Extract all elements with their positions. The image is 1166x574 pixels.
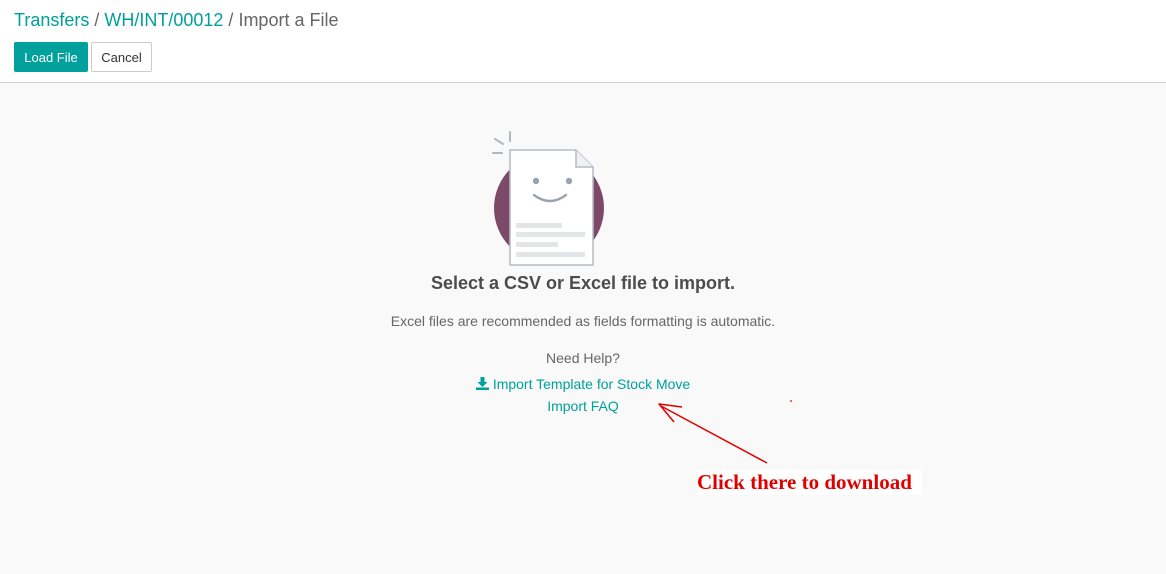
import-template-link[interactable]: Import Template for Stock Move bbox=[475, 376, 691, 392]
control-panel: Transfers / WH/INT/00012/Import a File Loa… bbox=[0, 0, 1166, 83]
need-help-label: Need Help? bbox=[546, 350, 620, 366]
import-faq-link[interactable]: Import FAQ bbox=[547, 398, 619, 414]
sparkle-lines bbox=[492, 131, 511, 154]
breadcrumb-current: Import a File bbox=[238, 10, 339, 30]
load-file-button[interactable]: Load File bbox=[14, 42, 88, 72]
breadcrumb-transfers[interactable]: Transfers bbox=[14, 10, 89, 30]
import-help-title: Select a CSV or Excel file to import. bbox=[430, 273, 736, 293]
eye-left bbox=[532, 177, 540, 185]
import-template-row: Import Template for Stock Move bbox=[0, 376, 1166, 392]
breadcrumb-separator: / bbox=[228, 10, 234, 30]
download-icon bbox=[475, 377, 489, 390]
import-template-label: Import Template for Stock Move bbox=[492, 376, 691, 392]
eye-right bbox=[565, 177, 573, 185]
import-help-description: Excel files are recommended as fields fo… bbox=[390, 313, 776, 329]
cancel-button[interactable]: Cancel bbox=[91, 42, 152, 72]
breadcrumb: Transfers / WH/INT/00012/Import a File bbox=[14, 9, 338, 31]
breadcrumb-transfer-reference[interactable]: WH/INT/00012 bbox=[104, 10, 223, 30]
import-faq-row: Import FAQ bbox=[0, 398, 1166, 414]
annotation-label: Click there to download bbox=[697, 470, 922, 495]
breadcrumb-separator: / bbox=[94, 10, 100, 30]
smiling-document-illustration bbox=[492, 131, 604, 266]
